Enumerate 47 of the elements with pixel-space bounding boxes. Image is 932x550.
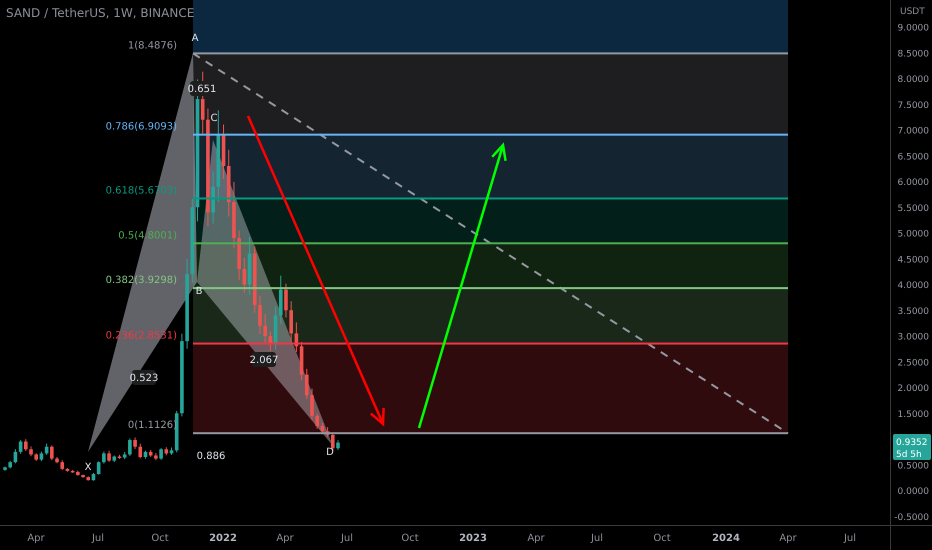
price-tick: 5.0000 <box>898 230 929 240</box>
pattern-point-label: X <box>84 462 92 473</box>
time-tick: Apr <box>276 533 294 544</box>
price-tick: 6.0000 <box>898 178 929 188</box>
time-tick: Apr <box>779 533 797 544</box>
pattern-point-label: D <box>326 447 334 458</box>
fib-level-label: 1(8.4876) <box>128 40 177 52</box>
price-tick: 4.0000 <box>898 281 929 291</box>
time-tick: Oct <box>151 533 169 544</box>
price-tick: 3.5000 <box>898 306 929 317</box>
pattern-point-label: B <box>196 286 202 297</box>
price-tick: 5.5000 <box>898 204 929 214</box>
price-tick: 0.0000 <box>898 487 929 497</box>
price-tick: 2.0000 <box>898 384 929 394</box>
price-tick: 9.0000 <box>898 24 929 34</box>
ratio-label: 0.651 <box>188 81 216 96</box>
time-tick: 2024 <box>712 533 740 544</box>
ratio-label: 0.523 <box>130 370 158 385</box>
price-tick: 8.0000 <box>898 75 929 85</box>
ratio-label: 2.067 <box>250 352 278 367</box>
time-tick: Jul <box>844 533 856 544</box>
price-tick: 4.5000 <box>898 255 929 266</box>
price-tick: 7.0000 <box>898 126 929 136</box>
time-tick: Apr <box>527 533 545 544</box>
time-tick: Jul <box>340 533 354 544</box>
time-tick: Jul <box>92 533 104 544</box>
price-tick: 0.5000 <box>898 461 929 472</box>
price-tick: 8.5000 <box>898 49 929 60</box>
price-tick: 7.5000 <box>898 100 929 111</box>
pattern-point-label: A <box>192 33 198 44</box>
price-tick: 6.5000 <box>898 152 929 162</box>
price-badge: 0.9352 5d 5h <box>893 434 931 460</box>
time-tick: 2022 <box>209 533 237 544</box>
price-tick: -0.5000 <box>894 512 929 523</box>
currency-label: USDT <box>900 7 925 17</box>
time-tick: Oct <box>653 533 671 544</box>
time-tick: Jul <box>590 533 604 544</box>
time-tick: Apr <box>27 533 45 544</box>
pattern-point-label: C <box>210 113 218 124</box>
symbol-title: SAND / TetherUS, 1W, BINANCE <box>6 6 194 20</box>
ratio-label: 0.886 <box>196 451 226 462</box>
price-tick: 1.5000 <box>898 410 929 420</box>
price-tick: 3.0000 <box>898 332 929 342</box>
time-tick: 2023 <box>459 533 487 544</box>
price-tick: 2.5000 <box>898 358 929 368</box>
fib-level-label: 0.786(6.9093) <box>106 122 177 133</box>
time-tick: Oct <box>401 533 419 544</box>
